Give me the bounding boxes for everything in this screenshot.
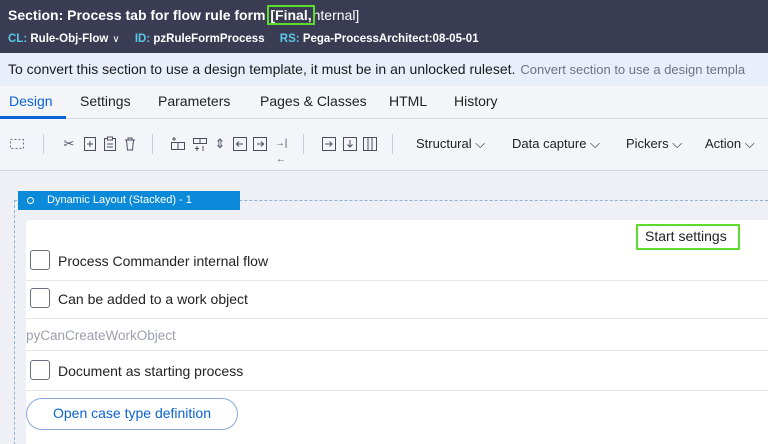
action-menu[interactable]: Action ⌵: [705, 136, 755, 152]
convert-section-link[interactable]: Convert section to use a design templa: [520, 62, 745, 77]
row-divider: [26, 280, 768, 281]
tab-history[interactable]: History: [454, 93, 498, 109]
tab-bar: Design Settings Parameters Pages & Class…: [0, 86, 768, 119]
dynamic-layout-label: Dynamic Layout (Stacked) - 1: [47, 194, 192, 206]
chevron-down-icon[interactable]: ∨: [112, 34, 119, 45]
internal-flow-label: Process Commander internal flow: [58, 253, 269, 269]
start-settings-header: Start settings: [636, 224, 740, 250]
class-key: CL:: [8, 33, 28, 45]
rule-header: Section: Process tab for flow rule form …: [0, 0, 768, 53]
indent-right-icon[interactable]: [252, 136, 268, 152]
rule-title: Section: Process tab for flow rule form …: [8, 5, 360, 25]
toolbar-divider: [152, 134, 153, 154]
open-case-type-button[interactable]: Open case type definition: [26, 398, 238, 430]
property-reference: pyCanCreateWorkObject: [26, 328, 176, 343]
starting-process-label: Document as starting process: [58, 363, 244, 379]
tab-html[interactable]: HTML: [389, 93, 427, 109]
rule-title-text: Section: Process tab for flow rule form: [8, 7, 266, 23]
work-object-checkbox[interactable]: [30, 288, 50, 308]
chevron-down-icon: ⌵: [672, 136, 683, 151]
tab-design[interactable]: Design: [9, 93, 53, 109]
insert-column-icon[interactable]: [192, 136, 208, 152]
row-divider: [26, 390, 768, 391]
tab-parameters[interactable]: Parameters: [158, 93, 230, 109]
toolbar-divider: [392, 134, 393, 154]
design-toolbar: ✂ ⇕ →|← Structural ⌵ Data capture ⌵ Pick…: [0, 119, 768, 171]
chevron-down-icon: ⌵: [475, 136, 486, 151]
tab-settings[interactable]: Settings: [80, 93, 131, 109]
rule-status-suffix: nternal]: [312, 7, 360, 23]
toolbar-divider: [43, 134, 44, 154]
layout-panel: Start settings Process Commander interna…: [26, 220, 768, 444]
move-icon[interactable]: ⇕: [212, 136, 228, 152]
ruleset-value: Pega-ProcessArchitect:08-05-01: [302, 33, 479, 45]
rule-status-highlight: [Final,: [267, 5, 315, 25]
starting-process-checkbox[interactable]: [30, 360, 50, 380]
align-icon[interactable]: [342, 136, 358, 152]
add-icon[interactable]: [82, 136, 98, 152]
indent-left-icon[interactable]: [232, 136, 248, 152]
id-value: pzRuleFormProcess: [153, 33, 265, 45]
columns-icon[interactable]: [362, 136, 378, 152]
row-divider: [26, 350, 768, 351]
ruleset-notice: To convert this section to use a design …: [0, 53, 768, 86]
data-capture-menu-label: Data capture: [512, 136, 587, 151]
toolbar-divider: [303, 134, 304, 154]
paste-icon[interactable]: [102, 136, 118, 152]
data-capture-menu[interactable]: Data capture ⌵: [512, 136, 600, 152]
design-canvas: Dynamic Layout (Stacked) - 1 Start setti…: [0, 172, 768, 444]
ruleset-key: RS:: [279, 33, 300, 45]
pickers-menu-label: Pickers: [626, 136, 669, 151]
rule-meta: CL: Rule-Obj-Flow ∨ ID: pzRuleFormProcess…: [8, 33, 491, 45]
cut-icon[interactable]: ✂: [61, 136, 77, 152]
pickers-menu[interactable]: Pickers ⌵: [626, 136, 682, 152]
tab-pages-classes[interactable]: Pages & Classes: [260, 93, 367, 109]
structural-menu-label: Structural: [416, 136, 472, 151]
chevron-down-icon: ⌵: [744, 136, 755, 151]
dynamic-layout-badge[interactable]: Dynamic Layout (Stacked) - 1: [18, 191, 240, 210]
structural-menu[interactable]: Structural ⌵: [416, 136, 485, 152]
id-key: ID:: [134, 33, 151, 45]
internal-flow-checkbox[interactable]: [30, 250, 50, 270]
action-menu-label: Action: [705, 136, 742, 151]
notice-message: To convert this section to use a design …: [8, 61, 516, 77]
delete-icon[interactable]: [122, 136, 138, 152]
select-icon[interactable]: [9, 136, 25, 152]
embed-icon[interactable]: [321, 136, 337, 152]
chevron-down-icon: ⌵: [590, 136, 600, 151]
collapse-icon[interactable]: →|←: [273, 136, 289, 165]
class-link[interactable]: Rule-Obj-Flow: [30, 33, 108, 45]
layout-handle-icon[interactable]: [27, 197, 34, 204]
insert-row-icon[interactable]: [170, 136, 186, 152]
work-object-label: Can be added to a work object: [58, 291, 248, 307]
row-divider: [26, 318, 768, 319]
